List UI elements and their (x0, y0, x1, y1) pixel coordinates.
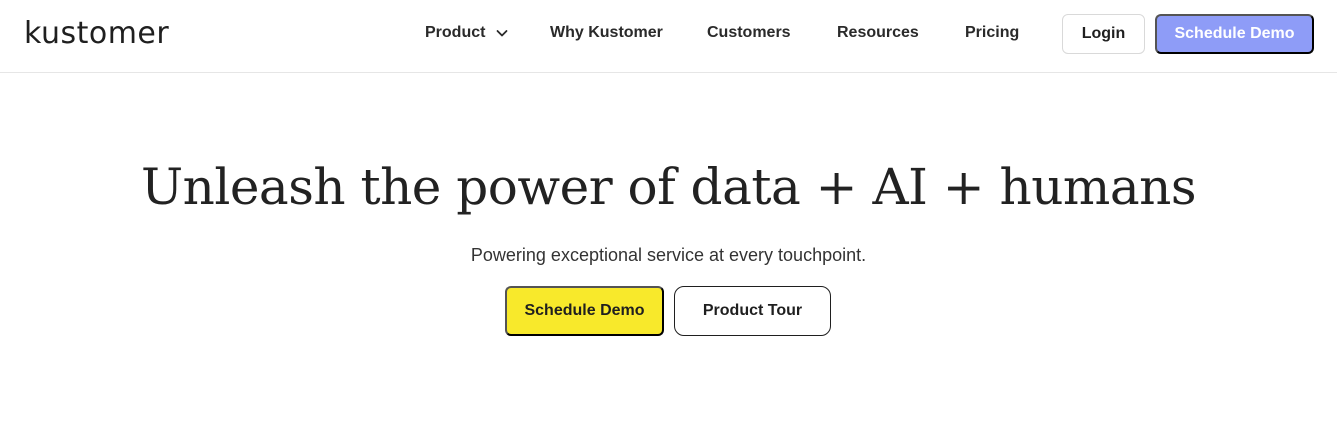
chevron-down-icon (497, 30, 508, 37)
login-button[interactable]: Login (1062, 14, 1145, 54)
nav-item-product[interactable]: Product (425, 22, 509, 44)
nav-item-customers[interactable]: Customers (707, 22, 791, 44)
kustomer-logo[interactable]: kustomer (24, 14, 169, 54)
hero-schedule-demo-button[interactable]: Schedule Demo (505, 286, 664, 336)
nav-item-resources[interactable]: Resources (837, 22, 919, 44)
logo-text: kustomer (24, 16, 170, 51)
nav-item-label: Product (425, 24, 486, 41)
hero-subtitle: Powering exceptional service at every to… (470, 245, 867, 265)
nav-item-pricing[interactable]: Pricing (965, 22, 1019, 44)
nav-item-why-kustomer[interactable]: Why Kustomer (550, 22, 663, 44)
nav-schedule-demo-button[interactable]: Schedule Demo (1155, 14, 1314, 54)
top-navbar: kustomer Product Why Kustomer Customers … (0, 0, 1337, 73)
hero-product-tour-button[interactable]: Product Tour (674, 286, 831, 336)
hero-title: Unleash the power of data + AI + humans (141, 158, 1197, 216)
